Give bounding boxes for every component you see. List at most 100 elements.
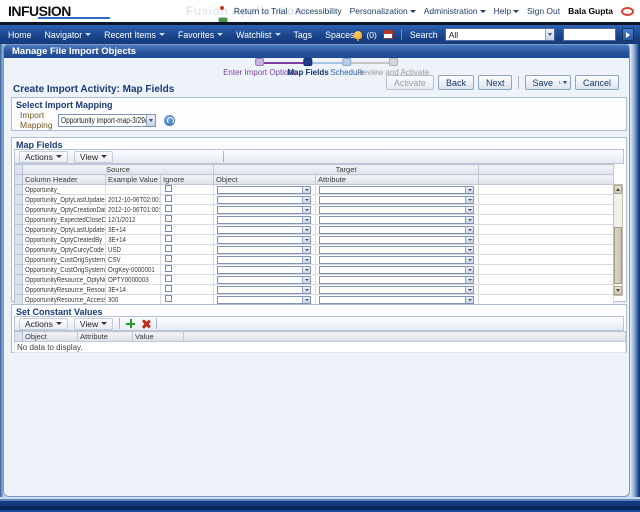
menu-personalization[interactable]: Personalization bbox=[350, 6, 416, 16]
map-field-row: OpportunityResource_OptyNumber OPTY00000… bbox=[15, 275, 614, 285]
source-group-header: Source bbox=[23, 165, 214, 175]
empty-cell bbox=[479, 235, 614, 245]
ignore-checkbox[interactable] bbox=[165, 295, 172, 302]
save-menu-arrow[interactable] bbox=[559, 81, 570, 84]
ignore-checkbox[interactable] bbox=[165, 185, 172, 192]
nav-favorites[interactable]: Favorites bbox=[178, 30, 223, 40]
empty-cell bbox=[479, 185, 614, 195]
train-step-map-fields[interactable]: Map Fields bbox=[287, 58, 328, 77]
ignore-checkbox[interactable] bbox=[165, 215, 172, 222]
page-title: Manage File Import Objects bbox=[4, 45, 629, 58]
col-ignore[interactable]: Ignore bbox=[161, 175, 214, 185]
save-button[interactable]: Save bbox=[526, 78, 559, 88]
train-stop-icon[interactable] bbox=[342, 58, 351, 66]
select-arrow-icon bbox=[302, 217, 310, 223]
add-row-icon[interactable] bbox=[126, 319, 135, 328]
attribute-select[interactable] bbox=[319, 226, 474, 234]
actions-menu-button[interactable]: Actions bbox=[19, 151, 68, 163]
next-button[interactable]: Next bbox=[478, 75, 513, 90]
attribute-select[interactable] bbox=[319, 196, 474, 204]
nav-spaces[interactable]: Spaces bbox=[325, 30, 354, 40]
refresh-icon[interactable] bbox=[164, 115, 175, 126]
ignore-checkbox[interactable] bbox=[165, 245, 172, 252]
nav-home[interactable]: Home bbox=[8, 30, 31, 40]
menu-administration[interactable]: Administration bbox=[424, 6, 486, 16]
search-go-button[interactable] bbox=[622, 28, 634, 41]
object-select[interactable] bbox=[217, 216, 311, 224]
attribute-select[interactable] bbox=[319, 186, 474, 194]
object-select[interactable] bbox=[217, 206, 311, 214]
row-header-stripe bbox=[15, 332, 23, 342]
scrollbar-thumb[interactable] bbox=[614, 227, 622, 284]
row-header-stripe bbox=[15, 175, 23, 185]
object-select[interactable] bbox=[217, 266, 311, 274]
object-select[interactable] bbox=[217, 226, 311, 234]
col-attribute[interactable]: Attribute bbox=[78, 332, 133, 342]
attribute-select[interactable] bbox=[319, 286, 474, 294]
attribute-select[interactable] bbox=[319, 276, 474, 284]
train-stop-icon[interactable] bbox=[256, 58, 265, 66]
ignore-checkbox[interactable] bbox=[165, 235, 172, 242]
attribute-select[interactable] bbox=[319, 256, 474, 264]
example-value-cell: 12/1/2012 bbox=[106, 215, 161, 225]
attribute-cell bbox=[316, 245, 479, 255]
nav-navigator[interactable]: Navigator bbox=[44, 30, 91, 40]
object-select[interactable] bbox=[217, 296, 311, 304]
actions-menu-button[interactable]: Actions bbox=[19, 318, 68, 330]
col-value[interactable]: Value bbox=[133, 332, 184, 342]
attribute-select[interactable] bbox=[319, 296, 474, 304]
calendar-icon[interactable] bbox=[383, 30, 393, 39]
object-select[interactable] bbox=[217, 286, 311, 294]
search-input[interactable] bbox=[563, 28, 616, 41]
attribute-cell bbox=[316, 285, 479, 295]
scroll-up-button[interactable] bbox=[614, 185, 622, 194]
object-select[interactable] bbox=[217, 196, 311, 204]
object-select[interactable] bbox=[217, 256, 311, 264]
attribute-select[interactable] bbox=[319, 246, 474, 254]
object-select[interactable] bbox=[217, 236, 311, 244]
ignore-checkbox[interactable] bbox=[165, 275, 172, 282]
select-arrow-icon bbox=[146, 115, 155, 126]
view-menu-button[interactable]: View bbox=[74, 151, 113, 163]
col-attribute[interactable]: Attribute bbox=[316, 175, 479, 185]
search-scope-select[interactable]: All bbox=[445, 28, 555, 41]
object-select[interactable] bbox=[217, 276, 311, 284]
attribute-select[interactable] bbox=[319, 216, 474, 224]
link-return-to-trial[interactable]: Return to Trial bbox=[234, 6, 287, 16]
attribute-cell bbox=[316, 185, 479, 195]
col-object[interactable]: Object bbox=[214, 175, 316, 185]
train-step-enter-import-options[interactable]: Enter Import Options bbox=[223, 58, 297, 77]
ignore-checkbox[interactable] bbox=[165, 205, 172, 212]
link-sign-out[interactable]: Sign Out bbox=[527, 6, 560, 16]
back-button[interactable]: Back bbox=[438, 75, 474, 90]
menu-help[interactable]: Help bbox=[494, 6, 519, 16]
save-split-button[interactable]: Save bbox=[525, 75, 571, 90]
cancel-button[interactable]: Cancel bbox=[575, 75, 619, 90]
col-column-header[interactable]: Column Header bbox=[23, 175, 106, 185]
object-select[interactable] bbox=[217, 246, 311, 254]
nav-tags[interactable]: Tags bbox=[294, 30, 313, 40]
ignore-checkbox[interactable] bbox=[165, 285, 172, 292]
link-accessibility[interactable]: Accessibility bbox=[295, 6, 341, 16]
object-select[interactable] bbox=[217, 186, 311, 194]
attribute-cell bbox=[316, 205, 479, 215]
view-menu-button[interactable]: View bbox=[74, 318, 113, 330]
train-stop-icon[interactable] bbox=[304, 58, 313, 66]
nav-watchlist[interactable]: Watchlist bbox=[236, 30, 280, 40]
attribute-select[interactable] bbox=[319, 236, 474, 244]
attribute-select[interactable] bbox=[319, 206, 474, 214]
empty-cell bbox=[479, 245, 614, 255]
col-example-value[interactable]: Example Value bbox=[106, 175, 161, 185]
attribute-select[interactable] bbox=[319, 266, 474, 274]
import-mapping-select[interactable]: Opportunity import-map-3/29/13 1:5 bbox=[58, 114, 156, 127]
col-object[interactable]: Object bbox=[23, 332, 78, 342]
ignore-checkbox[interactable] bbox=[165, 225, 172, 232]
delete-row-icon[interactable] bbox=[141, 319, 150, 328]
scroll-down-button[interactable] bbox=[614, 286, 622, 295]
ignore-checkbox[interactable] bbox=[165, 265, 172, 272]
nav-recent-items[interactable]: Recent Items bbox=[104, 30, 165, 40]
table-vertical-scrollbar[interactable] bbox=[613, 184, 623, 296]
notification-bell-icon[interactable] bbox=[354, 31, 362, 39]
ignore-checkbox[interactable] bbox=[165, 195, 172, 202]
ignore-checkbox[interactable] bbox=[165, 255, 172, 262]
